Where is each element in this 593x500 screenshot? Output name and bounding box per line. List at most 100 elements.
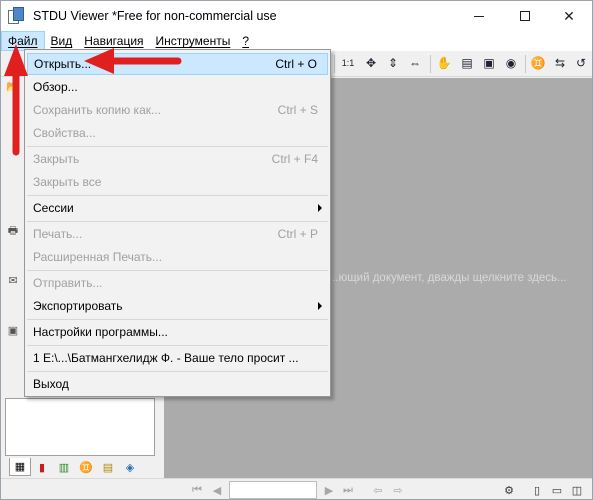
tab-thumbnails[interactable]: ▦ xyxy=(9,458,31,476)
select-text-button[interactable]: ▤ xyxy=(458,54,476,72)
last-page-button[interactable]: ⏭ xyxy=(340,481,356,499)
last-page-icon: ⏭ xyxy=(343,483,353,496)
tab-search[interactable]: ♊ xyxy=(75,458,97,476)
menu-settings[interactable]: Настройки программы... xyxy=(27,321,328,343)
menu-extended-print-label: Расширенная Печать... xyxy=(33,250,163,264)
menu-separator xyxy=(27,371,328,372)
menu-close-all[interactable]: Закрыть все xyxy=(27,171,328,193)
menu-help[interactable]: ? xyxy=(236,31,255,51)
facing-view-button[interactable]: ◫ xyxy=(569,481,585,499)
menu-exit-label: Выход xyxy=(33,377,69,391)
continuous-view-button[interactable]: ▭ xyxy=(549,481,565,499)
open-document-hint: ...ющий документ, дважды щелкните здесь.… xyxy=(329,272,567,284)
tab-pages[interactable]: ▥ xyxy=(53,458,75,476)
menu-print[interactable]: Печать... Ctrl + P xyxy=(27,223,328,245)
forward-button[interactable]: ⇨ xyxy=(390,481,406,499)
settings-button[interactable]: ⚙ xyxy=(501,481,517,499)
menu-sessions-label: Сессии xyxy=(33,201,74,215)
file-menu-dropdown: Открыть... Ctrl + O Обзор... Сохранить к… xyxy=(24,49,331,397)
menu-separator xyxy=(27,270,328,271)
menu-settings-label: Настройки программы... xyxy=(33,325,168,339)
find-replace-button[interactable]: ⇆ xyxy=(551,54,569,72)
toolbar-separator xyxy=(334,55,335,73)
menu-print-shortcut: Ctrl + P xyxy=(277,227,318,241)
menu-separator xyxy=(27,345,328,346)
layers-icon: ◈ xyxy=(125,461,135,474)
maximize-button[interactable] xyxy=(502,1,548,31)
rotate-button[interactable]: ↺ xyxy=(572,54,590,72)
minimize-button[interactable] xyxy=(456,1,502,31)
binoculars-icon: ♊ xyxy=(79,461,93,474)
continuous-page-icon: ▭ xyxy=(551,484,563,497)
menu-file[interactable]: Файл xyxy=(1,31,45,51)
page-number-input[interactable] xyxy=(229,481,317,499)
tab-layers[interactable]: ◈ xyxy=(119,458,141,476)
menu-sessions[interactable]: Сессии xyxy=(27,197,328,219)
menu-print-label: Печать... xyxy=(33,227,83,241)
menu-properties[interactable]: Свойства... xyxy=(27,122,328,144)
tab-bookmarks[interactable]: ▮ xyxy=(31,458,53,476)
select-image-button[interactable]: ▣ xyxy=(480,54,498,72)
menu-separator xyxy=(27,195,328,196)
menu-bar: Файл Вид Навигация Инструменты ? xyxy=(1,31,592,51)
menu-browse-label: Обзор... xyxy=(33,80,78,94)
fit-height-icon: ⇕ xyxy=(387,56,399,70)
fit-visible-button[interactable]: ⇔ xyxy=(406,54,424,72)
actual-size-button[interactable]: 1:1 xyxy=(339,54,357,72)
next-page-button[interactable]: ▶ xyxy=(321,481,337,499)
menu-export[interactable]: Экспортировать xyxy=(27,295,328,317)
close-button[interactable]: ✕ xyxy=(546,1,592,31)
prev-page-icon: ◀ xyxy=(212,484,222,497)
menu-view[interactable]: Вид xyxy=(45,31,79,51)
menu-export-label: Экспортировать xyxy=(33,299,123,313)
fit-width-button[interactable]: ⇕ xyxy=(384,54,402,72)
menu-browse[interactable]: Обзор... xyxy=(27,76,328,98)
select-image-icon: ▣ xyxy=(483,56,495,70)
hand-tool-button[interactable]: ✋ xyxy=(435,54,453,72)
hand-icon: ✋ xyxy=(436,56,452,70)
single-page-view-button[interactable]: ▯ xyxy=(529,481,545,499)
first-page-button[interactable]: ⏮ xyxy=(189,481,205,499)
menu-extended-print[interactable]: Расширенная Печать... xyxy=(27,246,328,268)
find-button[interactable]: ♊ xyxy=(529,54,547,72)
menu-tools[interactable]: Инструменты xyxy=(150,31,237,51)
menu-close-all-label: Закрыть все xyxy=(33,175,102,189)
menu-send[interactable]: Отправить... xyxy=(27,272,328,294)
menu-separator xyxy=(27,221,328,222)
menu-save-copy-shortcut: Ctrl + S xyxy=(277,103,318,117)
bookmark-icon: ▮ xyxy=(38,461,46,474)
menu-properties-label: Свойства... xyxy=(33,126,96,140)
menu-exit[interactable]: Выход xyxy=(27,373,328,395)
menu-separator xyxy=(27,319,328,320)
back-button[interactable]: ⇦ xyxy=(370,481,386,499)
menu-send-label: Отправить... xyxy=(33,276,103,290)
fit-page-button[interactable]: ✥ xyxy=(362,54,380,72)
menu-navigation[interactable]: Навигация xyxy=(78,31,149,51)
tab-annotations[interactable]: ▤ xyxy=(97,458,119,476)
menu-recent-file-1[interactable]: 1 E:\...\Батмангхелидж Ф. - Ваше тело пр… xyxy=(27,347,328,369)
menu-open-label: Открыть... xyxy=(34,57,92,71)
gear-icon: ⚙ xyxy=(504,484,514,497)
stdu-app-icon xyxy=(7,7,25,25)
single-page-icon: ▯ xyxy=(533,484,541,497)
title-bar: STDU Viewer *Free for non-commercial use… xyxy=(1,1,592,31)
rotate-icon: ↺ xyxy=(575,56,587,70)
magnifier-button[interactable]: ◉ xyxy=(502,54,520,72)
actual-size-icon: 1:1 xyxy=(341,58,355,68)
settings-window-icon: ▣ xyxy=(7,324,19,337)
menu-close[interactable]: Закрыть Ctrl + F4 xyxy=(27,148,328,170)
close-icon: ✕ xyxy=(563,7,575,24)
fit-page-icon: ✥ xyxy=(365,56,377,70)
facing-pages-icon: ◫ xyxy=(571,484,583,497)
binoculars-icon: ♊ xyxy=(530,56,546,70)
menu-open[interactable]: Открыть... Ctrl + O xyxy=(27,53,328,75)
left-panel-content[interactable] xyxy=(5,398,155,456)
menu-save-copy[interactable]: Сохранить копию как... Ctrl + S xyxy=(27,99,328,121)
submenu-arrow-icon xyxy=(318,204,322,212)
select-text-icon: ▤ xyxy=(461,56,473,70)
printer-icon: 🖶 xyxy=(7,224,19,237)
back-arrow-icon: ⇦ xyxy=(373,484,383,497)
first-page-icon: ⏮ xyxy=(192,483,202,496)
next-page-icon: ▶ xyxy=(324,484,334,497)
prev-page-button[interactable]: ◀ xyxy=(209,481,225,499)
